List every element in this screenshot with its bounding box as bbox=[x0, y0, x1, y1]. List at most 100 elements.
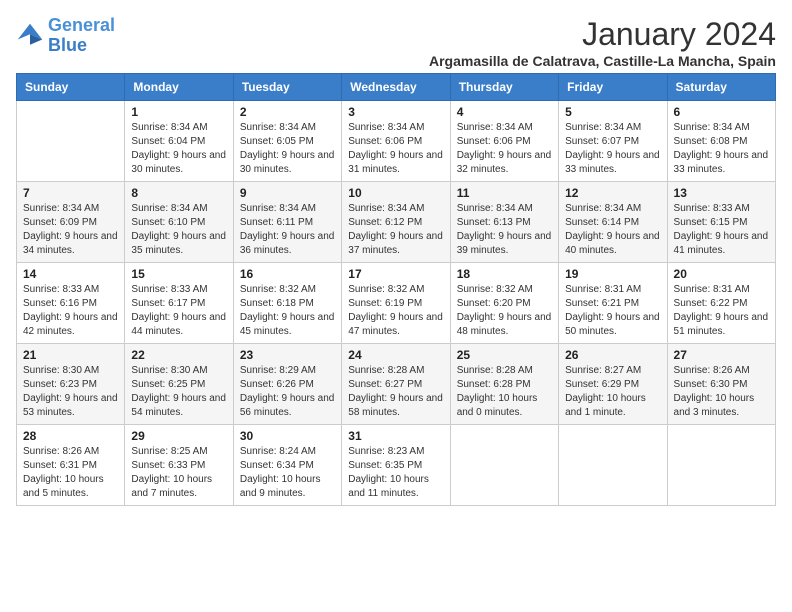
day-info: Sunrise: 8:34 AMSunset: 6:04 PMDaylight:… bbox=[131, 121, 226, 177]
day-info: Sunrise: 8:34 AMSunset: 6:10 PMDaylight:… bbox=[131, 202, 226, 258]
calendar-cell bbox=[667, 425, 775, 506]
calendar-cell: 15Sunrise: 8:33 AMSunset: 6:17 PMDayligh… bbox=[125, 263, 233, 344]
day-number: 27 bbox=[674, 348, 769, 362]
day-number: 29 bbox=[131, 429, 226, 443]
calendar-cell: 28 Sunrise: 8:26 AMSunset: 6:31 PMDayligh… bbox=[17, 425, 125, 506]
day-info: Sunrise: 8:32 AMSunset: 6:20 PMDaylight:… bbox=[457, 283, 552, 339]
calendar-week-row: 14 Sunrise: 8:33 AMSunset: 6:16 PMDayligh… bbox=[17, 263, 776, 344]
title-block: January 2024 Argamasilla de Calatrava, C… bbox=[429, 16, 776, 69]
day-info: Sunrise: 8:28 AMSunset: 6:27 PMDaylight:… bbox=[348, 364, 443, 420]
day-info: Sunrise: 8:34 AMSunset: 6:06 PMDaylight:… bbox=[348, 121, 443, 177]
day-info: Sunrise: 8:34 AMSunset: 6:08 PMDaylight:… bbox=[674, 121, 769, 177]
logo-general: General bbox=[48, 15, 115, 35]
calendar-cell: 10 Sunrise: 8:34 AMSunset: 6:12 PMDayligh… bbox=[342, 182, 450, 263]
day-info: Sunrise: 8:31 AMSunset: 6:21 PMDaylight:… bbox=[565, 283, 660, 339]
day-info: Sunrise: 8:32 AMSunset: 6:19 PMDaylight:… bbox=[348, 283, 443, 339]
day-info: Sunrise: 8:34 AMSunset: 6:06 PMDaylight:… bbox=[457, 121, 552, 177]
day-info: Sunrise: 8:34 AMSunset: 6:14 PMDaylight:… bbox=[565, 202, 660, 258]
calendar-cell: 11Sunrise: 8:34 AMSunset: 6:13 PMDayligh… bbox=[450, 182, 558, 263]
day-number: 22 bbox=[131, 348, 226, 362]
calendar-cell: 27 Sunrise: 8:26 AMSunset: 6:30 PMDayligh… bbox=[667, 344, 775, 425]
day-number: 9 bbox=[240, 186, 335, 200]
day-info: Sunrise: 8:34 AMSunset: 6:11 PMDaylight:… bbox=[240, 202, 335, 258]
calendar-cell: 22 Sunrise: 8:30 AMSunset: 6:25 PMDayligh… bbox=[125, 344, 233, 425]
calendar-header-tuesday: Tuesday bbox=[233, 74, 341, 101]
calendar-week-row: 1 Sunrise: 8:34 AMSunset: 6:04 PMDaylight… bbox=[17, 101, 776, 182]
calendar-cell: 5 Sunrise: 8:34 AMSunset: 6:07 PMDaylight… bbox=[559, 101, 667, 182]
calendar-cell: 19 Sunrise: 8:31 AMSunset: 6:21 PMDayligh… bbox=[559, 263, 667, 344]
day-number: 8 bbox=[131, 186, 226, 200]
calendar-header-row: SundayMondayTuesdayWednesdayThursdayFrid… bbox=[17, 74, 776, 101]
calendar-cell: 1 Sunrise: 8:34 AMSunset: 6:04 PMDaylight… bbox=[125, 101, 233, 182]
day-number: 4 bbox=[457, 105, 552, 119]
day-number: 19 bbox=[565, 267, 660, 281]
day-info: Sunrise: 8:26 AMSunset: 6:31 PMDaylight:… bbox=[23, 445, 118, 501]
calendar-cell: 13 Sunrise: 8:33 AMSunset: 6:15 PMDayligh… bbox=[667, 182, 775, 263]
page-header: General Blue January 2024 Argamasilla de… bbox=[16, 16, 776, 69]
day-info: Sunrise: 8:27 AMSunset: 6:29 PMDaylight:… bbox=[565, 364, 660, 420]
calendar-header-wednesday: Wednesday bbox=[342, 74, 450, 101]
day-number: 13 bbox=[674, 186, 769, 200]
day-number: 25 bbox=[457, 348, 552, 362]
day-number: 10 bbox=[348, 186, 443, 200]
day-info: Sunrise: 8:34 AMSunset: 6:07 PMDaylight:… bbox=[565, 121, 660, 177]
day-info: Sunrise: 8:28 AMSunset: 6:28 PMDaylight:… bbox=[457, 364, 552, 420]
day-info: Sunrise: 8:30 AMSunset: 6:23 PMDaylight:… bbox=[23, 364, 118, 420]
day-info: Sunrise: 8:23 AMSunset: 6:35 PMDaylight:… bbox=[348, 445, 443, 501]
logo: General Blue bbox=[16, 16, 115, 56]
location-subtitle: Argamasilla de Calatrava, Castille-La Ma… bbox=[429, 53, 776, 69]
calendar-week-row: 21 Sunrise: 8:30 AMSunset: 6:23 PMDayligh… bbox=[17, 344, 776, 425]
calendar-cell: 31Sunrise: 8:23 AMSunset: 6:35 PMDayligh… bbox=[342, 425, 450, 506]
calendar-cell bbox=[559, 425, 667, 506]
day-number: 23 bbox=[240, 348, 335, 362]
day-number: 16 bbox=[240, 267, 335, 281]
calendar-cell: 3 Sunrise: 8:34 AMSunset: 6:06 PMDaylight… bbox=[342, 101, 450, 182]
calendar-cell: 29 Sunrise: 8:25 AMSunset: 6:33 PMDayligh… bbox=[125, 425, 233, 506]
day-number: 11 bbox=[457, 186, 552, 200]
day-number: 2 bbox=[240, 105, 335, 119]
day-number: 24 bbox=[348, 348, 443, 362]
logo-blue: Blue bbox=[48, 35, 87, 55]
calendar-cell: 4 Sunrise: 8:34 AMSunset: 6:06 PMDaylight… bbox=[450, 101, 558, 182]
calendar-cell bbox=[450, 425, 558, 506]
day-number: 3 bbox=[348, 105, 443, 119]
calendar-cell: 30Sunrise: 8:24 AMSunset: 6:34 PMDayligh… bbox=[233, 425, 341, 506]
calendar-header-thursday: Thursday bbox=[450, 74, 558, 101]
calendar-cell: 23 Sunrise: 8:29 AMSunset: 6:26 PMDayligh… bbox=[233, 344, 341, 425]
calendar-cell: 7 Sunrise: 8:34 AMSunset: 6:09 PMDaylight… bbox=[17, 182, 125, 263]
calendar-header-sunday: Sunday bbox=[17, 74, 125, 101]
day-info: Sunrise: 8:33 AMSunset: 6:15 PMDaylight:… bbox=[674, 202, 769, 258]
day-number: 5 bbox=[565, 105, 660, 119]
calendar-cell: 9 Sunrise: 8:34 AMSunset: 6:11 PMDaylight… bbox=[233, 182, 341, 263]
day-info: Sunrise: 8:30 AMSunset: 6:25 PMDaylight:… bbox=[131, 364, 226, 420]
day-info: Sunrise: 8:25 AMSunset: 6:33 PMDaylight:… bbox=[131, 445, 226, 501]
day-number: 7 bbox=[23, 186, 118, 200]
day-number: 1 bbox=[131, 105, 226, 119]
calendar-cell: 6Sunrise: 8:34 AMSunset: 6:08 PMDaylight… bbox=[667, 101, 775, 182]
calendar-cell: 14 Sunrise: 8:33 AMSunset: 6:16 PMDayligh… bbox=[17, 263, 125, 344]
day-info: Sunrise: 8:33 AMSunset: 6:16 PMDaylight:… bbox=[23, 283, 118, 339]
day-number: 15 bbox=[131, 267, 226, 281]
day-info: Sunrise: 8:34 AMSunset: 6:09 PMDaylight:… bbox=[23, 202, 118, 258]
calendar-cell: 24 Sunrise: 8:28 AMSunset: 6:27 PMDayligh… bbox=[342, 344, 450, 425]
calendar-cell: 21 Sunrise: 8:30 AMSunset: 6:23 PMDayligh… bbox=[17, 344, 125, 425]
day-number: 17 bbox=[348, 267, 443, 281]
day-info: Sunrise: 8:31 AMSunset: 6:22 PMDaylight:… bbox=[674, 283, 769, 339]
calendar-header-monday: Monday bbox=[125, 74, 233, 101]
calendar-header-saturday: Saturday bbox=[667, 74, 775, 101]
day-number: 18 bbox=[457, 267, 552, 281]
month-year-title: January 2024 bbox=[429, 16, 776, 53]
day-number: 26 bbox=[565, 348, 660, 362]
calendar-header-friday: Friday bbox=[559, 74, 667, 101]
calendar-cell: 8 Sunrise: 8:34 AMSunset: 6:10 PMDaylight… bbox=[125, 182, 233, 263]
day-number: 28 bbox=[23, 429, 118, 443]
calendar-cell: 2 Sunrise: 8:34 AMSunset: 6:05 PMDaylight… bbox=[233, 101, 341, 182]
day-info: Sunrise: 8:29 AMSunset: 6:26 PMDaylight:… bbox=[240, 364, 335, 420]
calendar-week-row: 28 Sunrise: 8:26 AMSunset: 6:31 PMDayligh… bbox=[17, 425, 776, 506]
day-info: Sunrise: 8:34 AMSunset: 6:12 PMDaylight:… bbox=[348, 202, 443, 258]
day-number: 21 bbox=[23, 348, 118, 362]
day-number: 14 bbox=[23, 267, 118, 281]
day-info: Sunrise: 8:34 AMSunset: 6:05 PMDaylight:… bbox=[240, 121, 335, 177]
day-number: 20 bbox=[674, 267, 769, 281]
day-info: Sunrise: 8:26 AMSunset: 6:30 PMDaylight:… bbox=[674, 364, 769, 420]
